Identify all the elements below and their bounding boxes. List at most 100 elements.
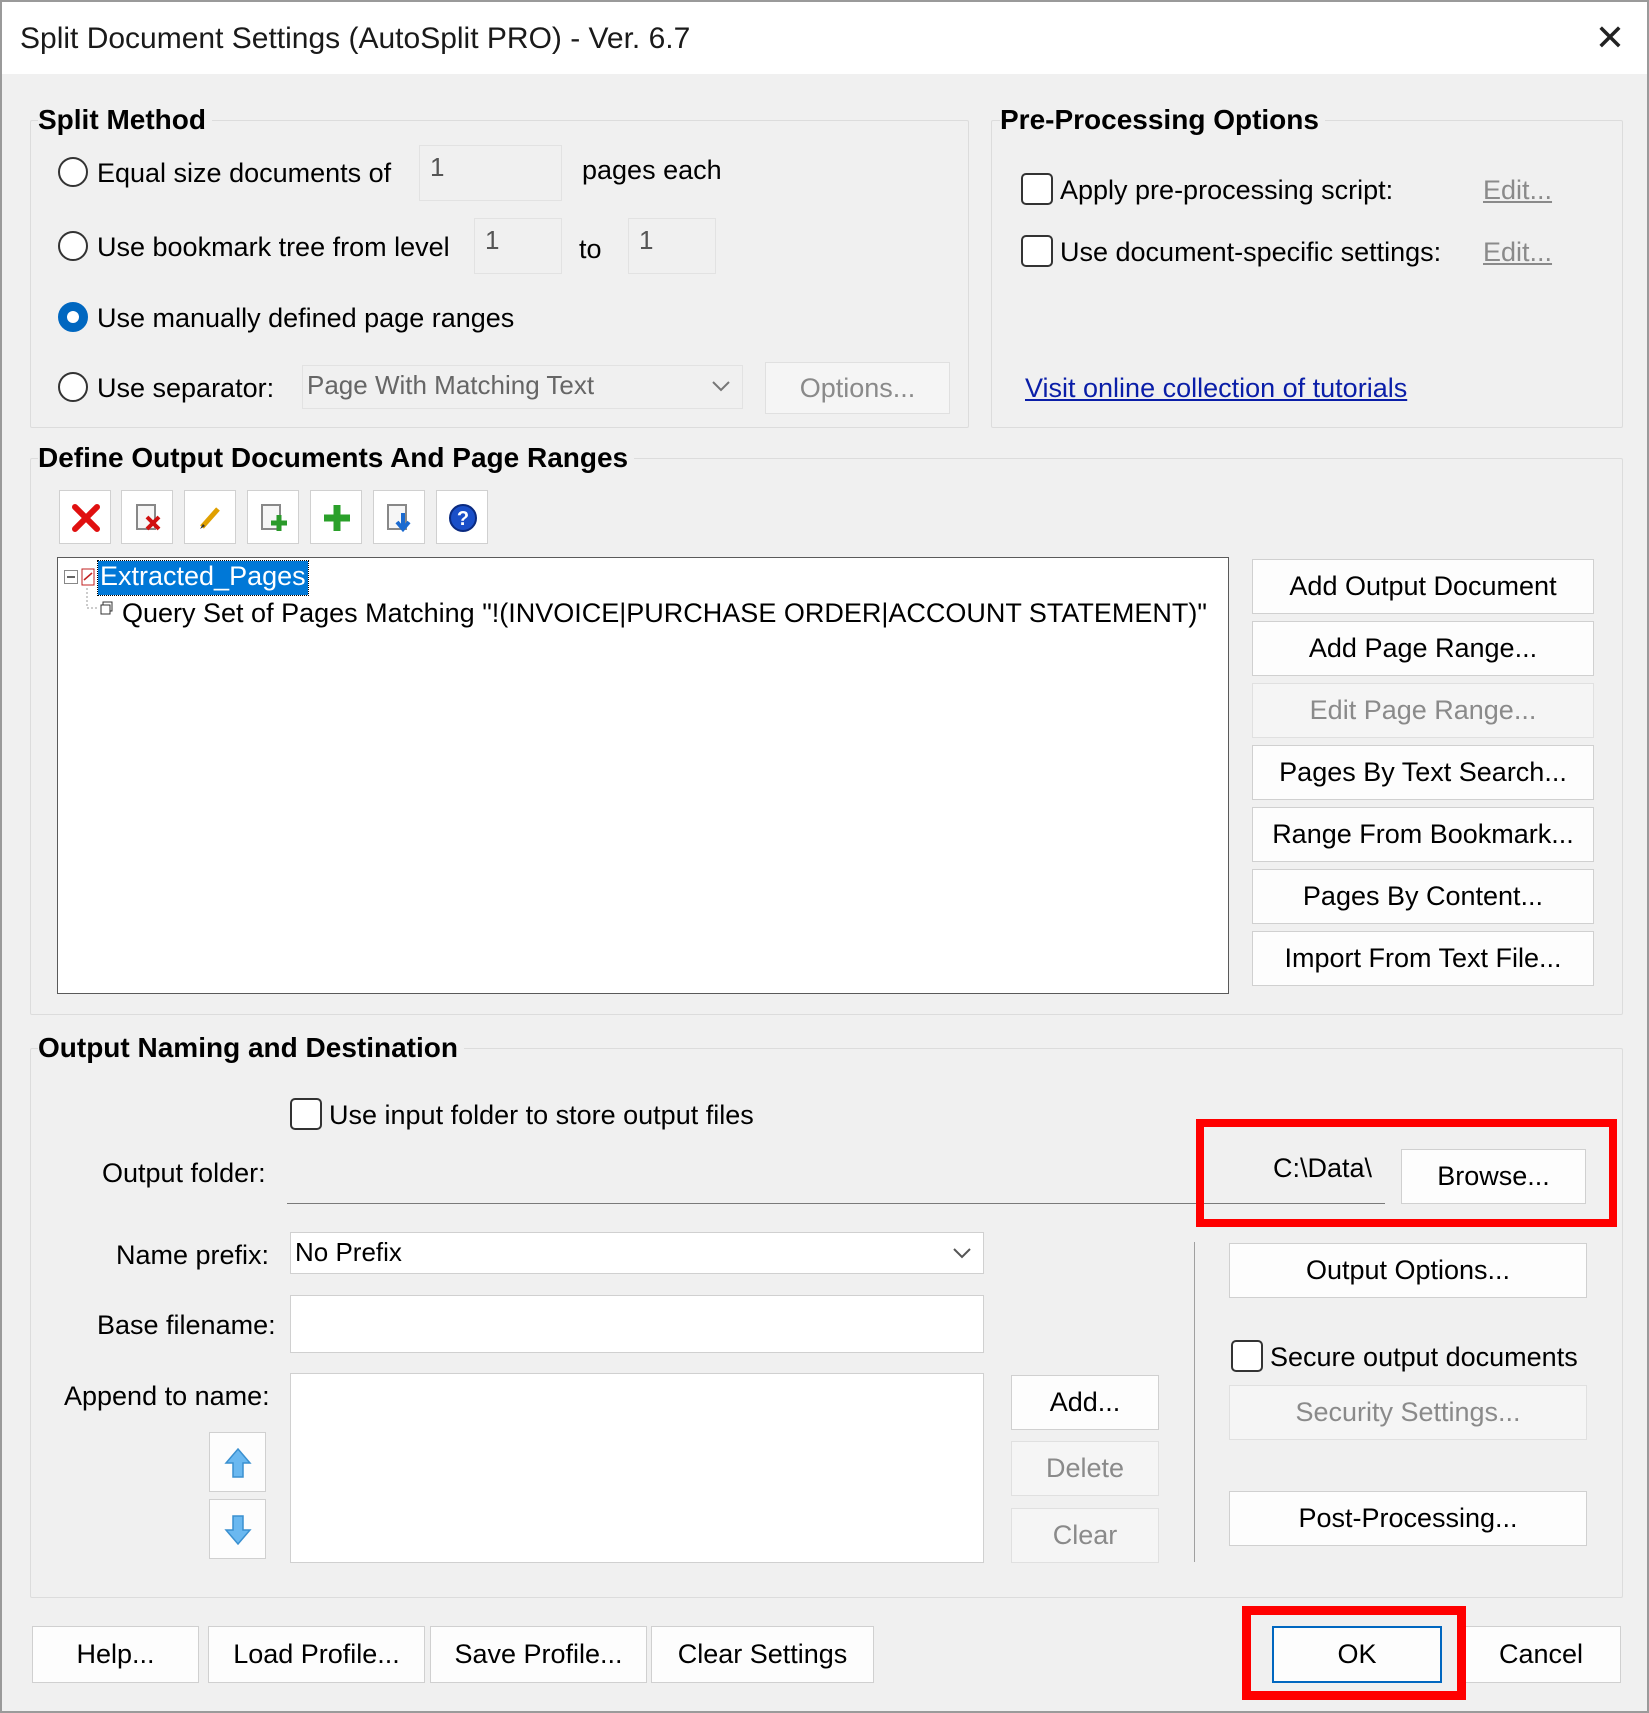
vertical-divider <box>1194 1242 1195 1562</box>
ok-highlight-left <box>1242 1606 1251 1700</box>
help-button[interactable]: Help... <box>32 1626 199 1683</box>
chevron-down-icon <box>712 381 730 392</box>
delete-all-tool-button[interactable] <box>59 490 111 544</box>
script-edit-link[interactable]: Edit... <box>1483 175 1552 206</box>
output-naming-title: Output Naming and Destination <box>38 1032 464 1064</box>
security-settings-button[interactable]: Security Settings... <box>1229 1385 1587 1440</box>
separator-select[interactable]: Page With Matching Text <box>302 365 743 409</box>
output-options-button[interactable]: Output Options... <box>1229 1243 1587 1298</box>
add-document-icon <box>261 504 287 531</box>
close-icon[interactable]: ✕ <box>1590 20 1630 60</box>
save-profile-button[interactable]: Save Profile... <box>430 1626 647 1683</box>
window-title: Split Document Settings (AutoSplit PRO) … <box>20 22 691 55</box>
edit-page-range-button[interactable]: Edit Page Range... <box>1252 683 1594 738</box>
equal-size-label: Equal size documents of <box>97 158 392 188</box>
define-output-title: Define Output Documents And Page Ranges <box>38 442 635 474</box>
range-from-bookmark-button[interactable]: Range From Bookmark... <box>1252 807 1594 862</box>
checkbox-use-input-folder[interactable] <box>290 1098 322 1130</box>
checkbox-document-specific[interactable] <box>1021 235 1053 267</box>
name-prefix-value: No Prefix <box>295 1237 402 1267</box>
delete-item-tool-button[interactable] <box>121 490 173 544</box>
ok-highlight-right <box>1457 1606 1466 1700</box>
help-tool-button[interactable]: ? <box>436 490 488 544</box>
pages-each-label: pages each <box>582 155 722 185</box>
specific-edit-link[interactable]: Edit... <box>1483 237 1552 268</box>
pages-by-content-button[interactable]: Pages By Content... <box>1252 869 1594 924</box>
load-profile-button[interactable]: Load Profile... <box>208 1626 425 1683</box>
tree-item-query[interactable]: Query Set of Pages Matching "!(INVOICE|P… <box>122 598 1207 629</box>
highlight-box-top <box>1196 1119 1617 1127</box>
add-range-tool-button[interactable] <box>310 490 362 544</box>
ok-button[interactable]: OK <box>1272 1626 1442 1683</box>
bookmark-to-input[interactable]: 1 <box>628 218 716 274</box>
base-filename-label: Base filename: <box>97 1310 276 1340</box>
move-down-button[interactable] <box>209 1499 266 1559</box>
manual-ranges-label: Use manually defined page ranges <box>97 303 515 333</box>
output-folder-label: Output folder: <box>102 1158 266 1188</box>
edit-tool-button[interactable] <box>184 490 236 544</box>
highlight-box-bottom <box>1196 1219 1617 1227</box>
highlight-box-right <box>1609 1119 1617 1227</box>
secure-output-label: Secure output documents <box>1270 1342 1578 1372</box>
output-tree[interactable]: Extracted_Pages Query Set of Pages Match… <box>57 557 1229 994</box>
document-specific-label: Use document-specific settings: <box>1060 237 1442 267</box>
radio-separator[interactable] <box>58 372 88 402</box>
pre-processing-title: Pre-Processing Options <box>1000 104 1325 136</box>
equal-size-input[interactable]: 1 <box>419 145 562 201</box>
radio-equal-size[interactable] <box>58 157 88 187</box>
import-from-text-file-button[interactable]: Import From Text File... <box>1252 931 1594 986</box>
chevron-down-icon <box>953 1248 971 1259</box>
to-label: to <box>579 234 602 264</box>
name-prefix-label: Name prefix: <box>116 1240 270 1270</box>
ok-highlight-bottom <box>1242 1691 1466 1700</box>
clear-settings-button[interactable]: Clear Settings <box>651 1626 874 1683</box>
arrow-down-icon <box>224 1515 252 1546</box>
highlight-box-left <box>1196 1119 1204 1227</box>
append-clear-button[interactable]: Clear <box>1011 1508 1159 1563</box>
append-to-name-list[interactable] <box>290 1373 984 1563</box>
pencil-icon <box>200 507 220 529</box>
bookmark-from-input[interactable]: 1 <box>474 218 562 274</box>
checkbox-pre-processing-script[interactable] <box>1021 173 1053 205</box>
add-output-document-button[interactable]: Add Output Document <box>1252 559 1594 614</box>
tree-item-root[interactable]: Extracted_Pages <box>97 560 309 596</box>
page-range-icon <box>100 601 113 615</box>
arrow-up-icon <box>224 1447 252 1478</box>
append-delete-button[interactable]: Delete <box>1011 1441 1159 1496</box>
append-to-name-label: Append to name: <box>64 1381 270 1411</box>
ok-highlight-top <box>1242 1606 1466 1615</box>
cancel-button[interactable]: Cancel <box>1461 1626 1621 1683</box>
green-plus-icon <box>324 505 350 531</box>
svg-text:?: ? <box>457 508 469 530</box>
bookmark-label: Use bookmark tree from level <box>97 232 450 262</box>
append-add-button[interactable]: Add... <box>1011 1375 1159 1430</box>
add-document-tool-button[interactable] <box>247 490 299 544</box>
separator-select-value: Page With Matching Text <box>307 370 595 400</box>
output-folder-input[interactable]: C:\Data\ <box>287 1148 1385 1204</box>
base-filename-input[interactable] <box>290 1295 984 1353</box>
red-x-icon <box>72 504 100 532</box>
move-up-button[interactable] <box>209 1432 266 1492</box>
separator-options-button[interactable]: Options... <box>765 362 950 414</box>
name-prefix-select[interactable]: No Prefix <box>290 1232 984 1274</box>
collapse-icon[interactable] <box>64 570 78 584</box>
browse-button[interactable]: Browse... <box>1401 1149 1586 1204</box>
add-page-range-button[interactable]: Add Page Range... <box>1252 621 1594 676</box>
browse-button-label: Browse... <box>1437 1161 1550 1191</box>
import-document-icon <box>387 504 411 533</box>
pre-processing-script-label: Apply pre-processing script: <box>1060 175 1394 205</box>
split-method-title: Split Method <box>38 104 212 136</box>
use-input-folder-label: Use input folder to store output files <box>329 1100 754 1130</box>
pages-by-text-search-button[interactable]: Pages By Text Search... <box>1252 745 1594 800</box>
separator-label: Use separator: <box>97 373 275 403</box>
radio-bookmark-tree[interactable] <box>58 231 88 261</box>
radio-manual-ranges[interactable] <box>58 302 88 332</box>
tutorials-link[interactable]: Visit online collection of tutorials <box>1025 373 1407 404</box>
help-icon: ? <box>449 504 477 532</box>
checkbox-secure-output[interactable] <box>1231 1340 1263 1372</box>
delete-document-icon <box>136 504 161 531</box>
tree-root-label: Extracted_Pages <box>100 561 306 591</box>
import-tool-button[interactable] <box>373 490 425 544</box>
post-processing-button[interactable]: Post-Processing... <box>1229 1491 1587 1546</box>
output-folder-value: C:\Data\ <box>1273 1153 1373 1183</box>
